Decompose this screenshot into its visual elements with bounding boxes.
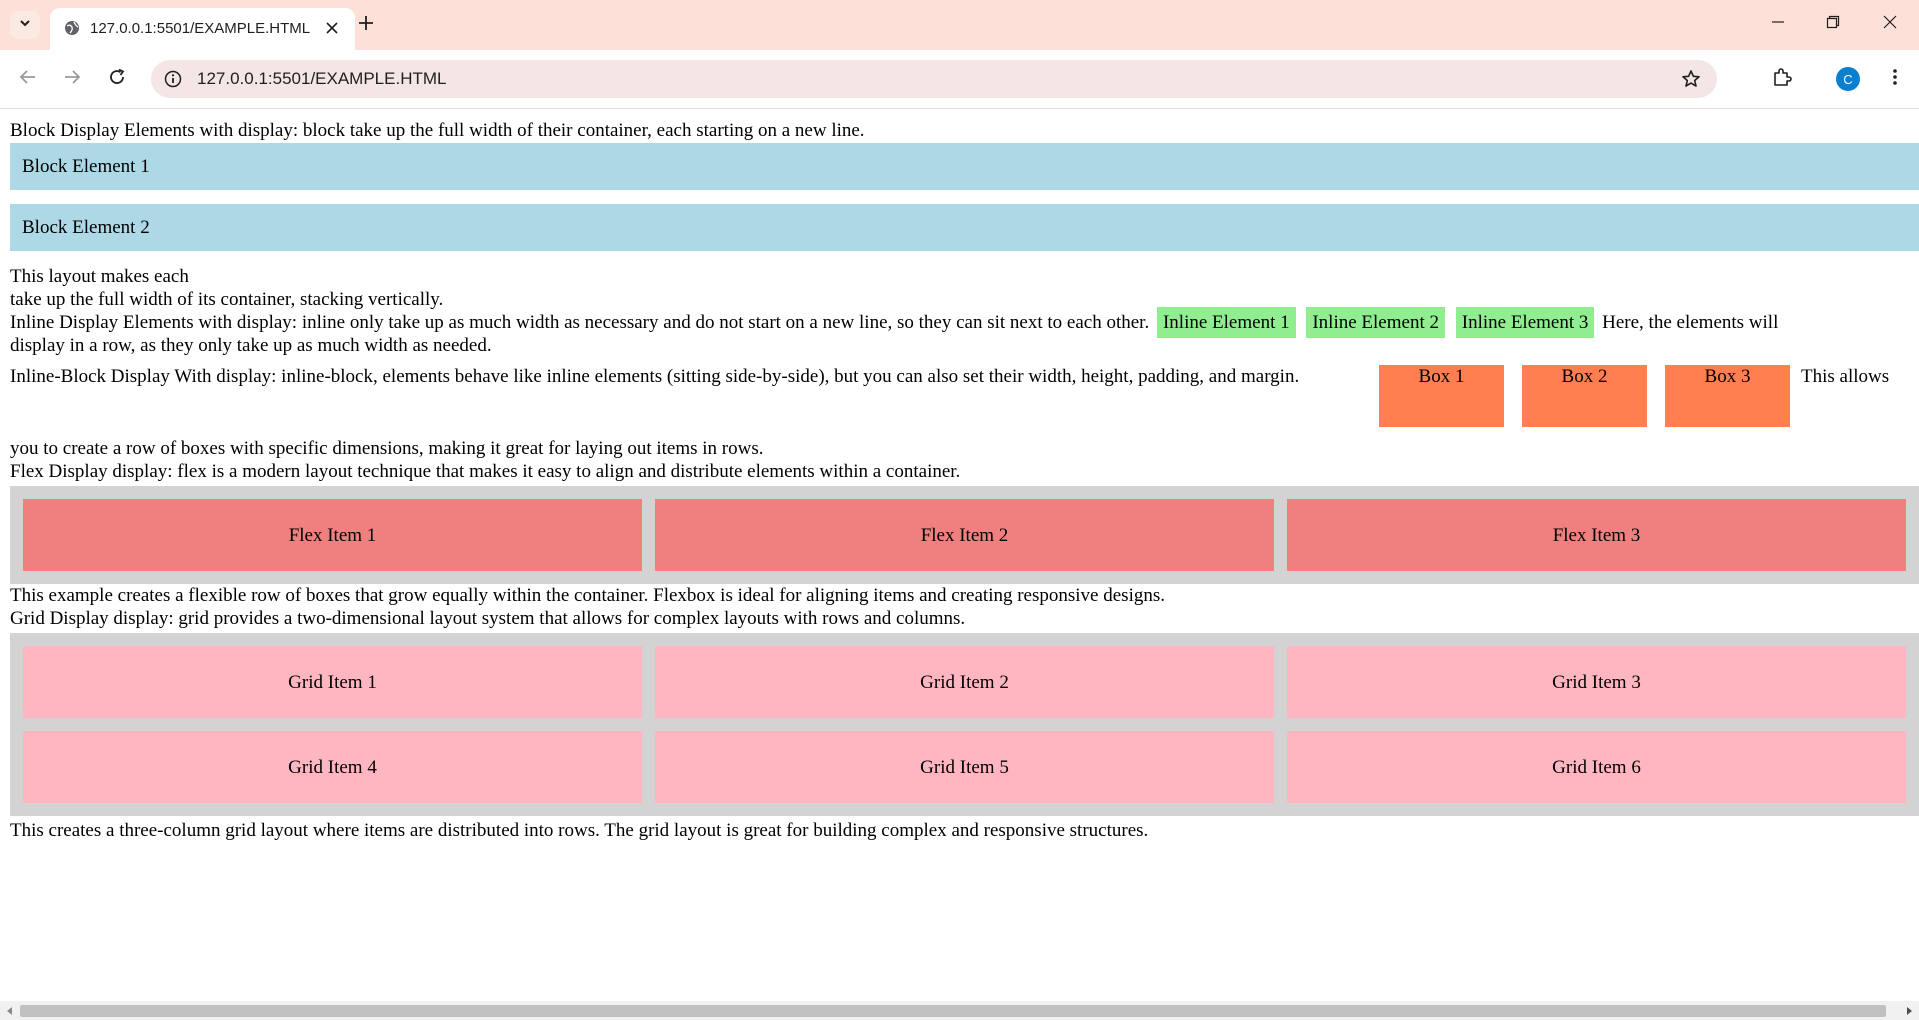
block-outro: take up the full width of its container,… bbox=[10, 289, 444, 310]
inline-block-box: Box 1 bbox=[1379, 365, 1504, 427]
flex-item: Flex Item 2 bbox=[655, 499, 1274, 571]
grid-item: Grid Item 4 bbox=[23, 731, 642, 803]
scrollbar-thumb[interactable] bbox=[20, 1005, 1886, 1017]
active-tab[interactable]: 127.0.0.1:5501/EXAMPLE.HTML bbox=[50, 8, 355, 50]
tab-search-button[interactable] bbox=[10, 11, 40, 39]
forward-button[interactable] bbox=[57, 64, 87, 94]
inline-block-intro: Inline-Block Display With display: inlin… bbox=[10, 366, 1300, 387]
inline-element: Inline Element 3 bbox=[1455, 307, 1595, 338]
block-element: Block Element 2 bbox=[10, 204, 1919, 251]
inline-section: Inline Display Elements with display: in… bbox=[10, 307, 1919, 338]
browser-toolbar: 127.0.0.1:5501/EXAMPLE.HTML C bbox=[0, 50, 1919, 108]
inline-outro: Here, the elements will bbox=[1602, 312, 1779, 333]
grid-intro: Grid Display display: grid provides a tw… bbox=[10, 608, 966, 629]
flex-outro: This example creates a flexible row of b… bbox=[10, 585, 1165, 606]
tab-title: 127.0.0.1:5501/EXAMPLE.HTML bbox=[90, 20, 311, 37]
close-window-icon bbox=[1883, 15, 1897, 34]
grid-item: Grid Item 3 bbox=[1287, 646, 1906, 718]
grid-outro: This creates a three-column grid layout … bbox=[10, 820, 1149, 841]
grid-container: Grid Item 1 Grid Item 2 Grid Item 3 Grid… bbox=[10, 633, 1919, 816]
inline-block-outro: This allows bbox=[1801, 366, 1890, 387]
inline-intro: Inline Display Elements with display: in… bbox=[10, 312, 1150, 333]
restore-button[interactable] bbox=[1811, 10, 1855, 38]
inline-block-section: Inline-Block Display With display: inlin… bbox=[10, 357, 1919, 437]
address-bar[interactable]: 127.0.0.1:5501/EXAMPLE.HTML bbox=[151, 60, 1717, 98]
flex-item: Flex Item 3 bbox=[1287, 499, 1906, 571]
site-info-icon[interactable] bbox=[161, 67, 185, 91]
avatar[interactable]: C bbox=[1836, 67, 1860, 91]
new-tab-button[interactable] bbox=[352, 11, 380, 39]
flex-item: Flex Item 1 bbox=[23, 499, 642, 571]
inline-block-box: Box 3 bbox=[1665, 365, 1790, 427]
grid-item: Grid Item 6 bbox=[1287, 731, 1906, 803]
close-window-button[interactable] bbox=[1868, 10, 1912, 38]
kebab-menu-icon bbox=[1892, 68, 1898, 91]
scroll-left-icon[interactable] bbox=[2, 1001, 18, 1020]
kebab-menu-button[interactable] bbox=[1880, 64, 1910, 94]
horizontal-scrollbar[interactable] bbox=[0, 1001, 1919, 1020]
globe-icon bbox=[64, 20, 80, 36]
block-intro: Block Display Elements with display: blo… bbox=[10, 120, 865, 141]
page-viewport: Block Display Elements with display: blo… bbox=[0, 109, 1919, 1001]
reload-icon bbox=[108, 68, 126, 91]
flex-container: Flex Item 1 Flex Item 2 Flex Item 3 bbox=[10, 486, 1919, 584]
inline-outro: display in a row, as they only take up a… bbox=[10, 335, 492, 356]
grid-item: Grid Item 5 bbox=[655, 731, 1274, 803]
chevron-down-icon bbox=[18, 16, 32, 35]
restore-icon bbox=[1826, 15, 1840, 34]
flex-intro: Flex Display display: flex is a modern l… bbox=[10, 461, 961, 482]
grid-item: Grid Item 2 bbox=[655, 646, 1274, 718]
back-button[interactable] bbox=[13, 64, 43, 94]
extensions-icon bbox=[1772, 67, 1792, 92]
tab-strip: 127.0.0.1:5501/EXAMPLE.HTML bbox=[0, 0, 1919, 50]
scroll-right-icon[interactable] bbox=[1901, 1001, 1917, 1020]
minimize-icon bbox=[1771, 15, 1785, 34]
close-icon[interactable] bbox=[321, 17, 343, 39]
minimize-button[interactable] bbox=[1756, 10, 1800, 38]
inline-element: Inline Element 2 bbox=[1306, 307, 1445, 338]
page-content: Block Display Elements with display: blo… bbox=[10, 119, 1919, 842]
inline-block-box: Box 2 bbox=[1522, 365, 1647, 427]
inline-element: Inline Element 1 bbox=[1156, 307, 1296, 338]
forward-icon bbox=[63, 68, 81, 91]
inline-block-outro: you to create a row of boxes with specif… bbox=[10, 438, 764, 459]
block-outro: This layout makes each bbox=[10, 266, 189, 287]
block-element: Block Element 1 bbox=[10, 143, 1919, 190]
reload-button[interactable] bbox=[102, 64, 132, 94]
star-icon[interactable] bbox=[1679, 67, 1703, 91]
back-icon bbox=[19, 68, 37, 91]
url-text[interactable]: 127.0.0.1:5501/EXAMPLE.HTML bbox=[197, 69, 446, 89]
extensions-button[interactable] bbox=[1767, 64, 1797, 94]
grid-item: Grid Item 1 bbox=[23, 646, 642, 718]
plus-icon bbox=[359, 15, 373, 35]
